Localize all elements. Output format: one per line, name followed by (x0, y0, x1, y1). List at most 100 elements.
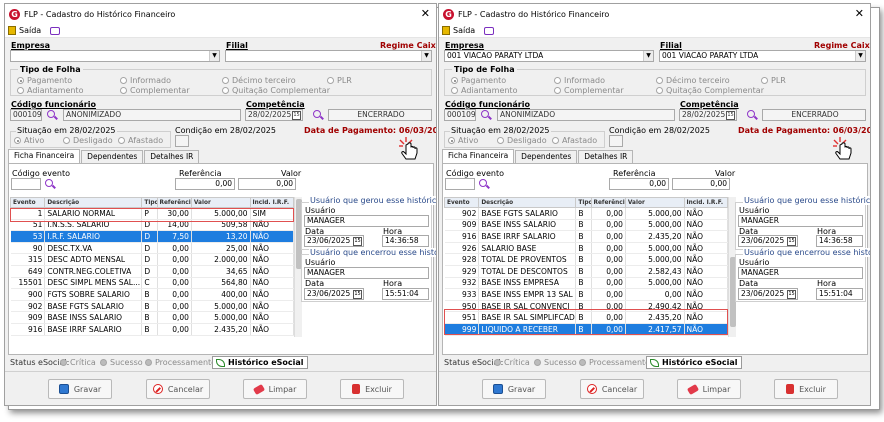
radio-adiantamento[interactable]: Adiantamento (17, 86, 83, 95)
radio-quitacao-complementar[interactable]: Quitação Complementar (656, 86, 764, 95)
table-row[interactable]: 909 BASE INSS SALARIO B 0,00 5.000,00 NÃO (444, 219, 728, 232)
gravar-button[interactable]: Gravar (48, 379, 112, 399)
radio-afastado[interactable]: Afastado (118, 136, 163, 145)
table-row[interactable]: 928 TOTAL DE PROVENTOS B 0,00 5.000,00 NÃO (444, 253, 728, 266)
table-row[interactable]: 315 DESC ADTO MENSAL D 0,00 2.000,00 NÃO (10, 253, 294, 266)
search-icon[interactable] (747, 110, 757, 120)
radio-afastado[interactable]: Afastado (552, 136, 597, 145)
col-tipo[interactable]: Tipo (575, 197, 592, 208)
search-icon[interactable] (45, 179, 55, 189)
radio-desligado[interactable]: Desligado (63, 136, 113, 145)
table-row[interactable]: 902 BASE FGTS SALARIO B 0,00 5.000,00 NÃO (10, 300, 294, 313)
message-icon[interactable] (50, 26, 61, 35)
col-referencia[interactable]: Referência (156, 197, 192, 208)
valor-input[interactable]: 0,00 (238, 178, 296, 190)
tab-detalhes-ir[interactable]: Detalhes IR (144, 150, 200, 163)
search-icon[interactable] (481, 110, 491, 120)
close-button[interactable]: ✕ (421, 7, 430, 20)
valor-input[interactable]: 0,00 (672, 178, 730, 190)
tab-dependentes[interactable]: Dependentes (515, 150, 578, 163)
table-row[interactable]: 933 BASE INSS EMPR 13 SAL B 0,00 0,00 NÃO (444, 288, 728, 301)
col-evento[interactable]: Evento (443, 197, 480, 208)
cancelar-button[interactable]: Cancelar (146, 379, 210, 399)
radio-pagamento[interactable]: Pagamento (451, 76, 506, 85)
radio-plr[interactable]: PLR (327, 76, 352, 85)
filial-label: Filial (660, 41, 682, 50)
referencia-input[interactable]: 0,00 (609, 178, 669, 190)
table-row[interactable]: 909 BASE INSS SALARIO B 0,00 5.000,00 NÃO (10, 311, 294, 324)
referencia-input[interactable]: 0,00 (175, 178, 235, 190)
codigo-funcionario-input[interactable]: 000109 (444, 109, 476, 121)
empresa-select[interactable]: 001 VIACAO PARATY LTDA ▼ (444, 50, 654, 62)
table-row[interactable]: 53 I.R.F. SALARIO D 7,50 13,20 NÃO (10, 230, 294, 243)
excluir-button[interactable]: Excluir (340, 379, 404, 399)
radio-desligado[interactable]: Desligado (497, 136, 547, 145)
table-row[interactable]: 916 BASE IRRF SALARIO B 0,00 2.435,20 NÃO (10, 323, 294, 336)
tab-dependentes[interactable]: Dependentes (81, 150, 144, 163)
competencia-input[interactable]: 28/02/2025 15 (679, 109, 737, 121)
table-row[interactable]: 932 BASE INSS EMPRESA B 0,00 5.000,00 NÃO (444, 277, 728, 290)
calendar-icon[interactable]: 15 (292, 111, 301, 120)
radio-quitacao-complementar[interactable]: Quitação Complementar (222, 86, 330, 95)
col-valor[interactable]: Valor (190, 197, 251, 208)
table-row[interactable]: 90 DESC.TX.VA D 0,00 25,00 NÃO (10, 242, 294, 255)
table-row[interactable]: 902 BASE FGTS SALARIO B 0,00 5.000,00 NÃO (444, 207, 728, 220)
limpar-button[interactable]: Limpar (243, 379, 307, 399)
historico-esocial-button[interactable]: Histórico eSocial (212, 356, 308, 369)
radio-informado[interactable]: Informado (554, 76, 605, 85)
radio-ativo[interactable]: Ativo (448, 136, 478, 145)
radio-decimo-terceiro[interactable]: Décimo terceiro (656, 76, 730, 85)
competencia-input[interactable]: 28/02/2025 15 (245, 109, 303, 121)
radio-adiantamento[interactable]: Adiantamento (451, 86, 517, 95)
title-bar[interactable]: G FLP - Cadastro do Histórico Financeiro… (439, 4, 870, 24)
calendar-icon[interactable]: 15 (726, 111, 735, 120)
col-referencia[interactable]: Referência (590, 197, 626, 208)
table-row[interactable]: 916 BASE IRRF SALARIO B 0,00 2.435,20 NÃO (444, 230, 728, 243)
search-icon[interactable] (479, 179, 489, 189)
col-tipo[interactable]: Tipo (141, 197, 158, 208)
tab-ficha-financeira[interactable]: Ficha Financeira (8, 149, 81, 163)
table-row[interactable]: 649 CONTR.NEG.COLETIVA D 0,00 34,65 NÃO (10, 265, 294, 278)
table-row[interactable]: 900 FGTS SOBRE SALARIO B 0,00 400,00 NÃO (10, 288, 294, 301)
radio-complementar[interactable]: Complementar (120, 86, 190, 95)
table-row[interactable]: 926 SALARIO BASE B 0,00 5.000,00 NÃO (444, 242, 728, 255)
codigo-evento-input[interactable] (11, 178, 41, 190)
col-descricao[interactable]: Descrição (44, 197, 143, 208)
radio-decimo-terceiro[interactable]: Décimo terceiro (222, 76, 296, 85)
table-row[interactable]: 929 TOTAL DE DESCONTOS B 0,00 2.582,43 NÃO (444, 265, 728, 278)
exit-button[interactable]: Saída (19, 26, 41, 35)
col-descricao[interactable]: Descrição (478, 197, 577, 208)
window-title: FLP - Cadastro do Histórico Financeiro (24, 9, 176, 19)
filial-select[interactable]: ▼ (225, 50, 432, 62)
col-incid-irf[interactable]: Incid. I.R.F. (683, 197, 728, 208)
tab-detalhes-ir[interactable]: Detalhes IR (578, 150, 634, 163)
limpar-button[interactable]: Limpar (677, 379, 741, 399)
excluir-button[interactable]: Excluir (774, 379, 838, 399)
table-row[interactable]: 15501 DESC SIMPL MENS SAL... C 0,00 564,80 NÃ… (10, 277, 294, 290)
cancelar-button[interactable]: Cancelar (580, 379, 644, 399)
col-valor[interactable]: Valor (624, 197, 685, 208)
title-bar[interactable]: G FLP - Cadastro do Histórico Financeiro… (5, 4, 436, 24)
window-title: FLP - Cadastro do Histórico Financeiro (458, 9, 610, 19)
codigo-evento-input[interactable] (445, 178, 475, 190)
table-cell: NÃO (684, 253, 728, 266)
empresa-select[interactable]: ▼ (10, 50, 220, 62)
close-button[interactable]: ✕ (855, 7, 864, 20)
tab-ficha-financeira[interactable]: Ficha Financeira (442, 149, 515, 163)
radio-informado[interactable]: Informado (120, 76, 171, 85)
radio-complementar[interactable]: Complementar (554, 86, 624, 95)
exit-button[interactable]: Saída (453, 26, 475, 35)
search-icon[interactable] (47, 110, 57, 120)
message-icon[interactable] (484, 26, 495, 35)
radio-plr[interactable]: PLR (761, 76, 786, 85)
gravar-button[interactable]: Gravar (482, 379, 546, 399)
codigo-funcionario-input[interactable]: 000109 (10, 109, 42, 121)
filial-select[interactable]: 001 VIACAO PARATY LTDA ▼ (659, 50, 866, 62)
col-evento[interactable]: Evento (9, 197, 46, 208)
radio-pagamento[interactable]: Pagamento (17, 76, 72, 85)
radio-ativo[interactable]: Ativo (14, 136, 44, 145)
search-icon[interactable] (313, 110, 323, 120)
historico-esocial-button[interactable]: Histórico eSocial (646, 356, 742, 369)
competencia-label: Competência (680, 100, 739, 109)
col-incid-irf[interactable]: Incid. I.R.F. (249, 197, 294, 208)
